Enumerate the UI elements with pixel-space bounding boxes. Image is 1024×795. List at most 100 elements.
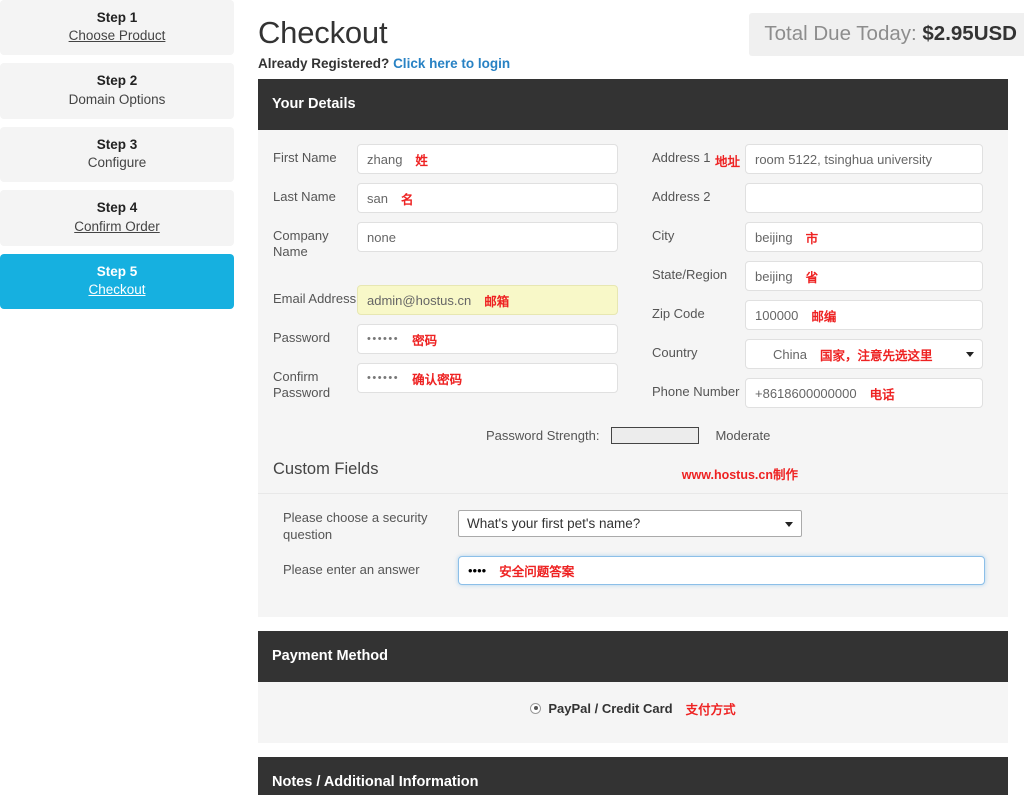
login-link[interactable]: Click here to login	[393, 56, 510, 71]
address2-input[interactable]	[745, 183, 983, 213]
last-name-label: Last Name	[273, 189, 336, 204]
custom-field-security-answer: Please enter an answer •••• 安全问题答案	[258, 555, 1008, 585]
sidebar-step-2[interactable]: Step 2 Domain Options	[0, 63, 234, 119]
password-value: ••••••	[367, 333, 400, 346]
sidebar-step-5[interactable]: Step 5 Checkout	[0, 253, 234, 310]
radio-selected-icon[interactable]	[530, 702, 542, 714]
state-region-input[interactable]: beijing 省	[745, 261, 983, 291]
country-select[interactable]: China 国家，注意先选这里	[745, 339, 983, 369]
step-5-number: Step 5	[96, 263, 138, 279]
email-address-input[interactable]: admin@hostus.cn 邮箱	[357, 285, 618, 316]
field-state-region: State/Region beijing 省	[640, 261, 1008, 291]
step-1-label: Choose Product	[68, 28, 166, 44]
step-4-number: Step 4	[96, 200, 138, 216]
field-zip-code: Zip Code 100000 邮编	[640, 300, 1008, 330]
field-address-1: Address 1 room 5122, tsinghua university	[640, 144, 1008, 174]
address1-value: room 5122, tsinghua university	[755, 151, 933, 167]
address2-label: Address 2	[652, 189, 711, 204]
field-spacer	[273, 269, 640, 285]
your-details-body: First Name zhang 姓 Last Name san 名 Compa…	[258, 130, 1008, 617]
country-note: 国家，注意先选这里	[819, 348, 933, 363]
city-note: 市	[805, 231, 819, 246]
field-phone-number: Phone Number +8618600000000 电话	[640, 378, 1008, 408]
city-input[interactable]: beijing 市	[745, 222, 983, 252]
company-name-input[interactable]: none	[357, 222, 618, 252]
step-2-label: Domain Options	[68, 91, 166, 107]
security-question-select[interactable]: What's your first pet's name?	[458, 510, 802, 537]
custom-field-security-question: Please choose a security question What's…	[258, 510, 1008, 544]
order-steps-sidebar: Step 1 Choose Product Step 2 Domain Opti…	[0, 0, 234, 317]
sidebar-step-1[interactable]: Step 1 Choose Product	[0, 0, 234, 56]
state-region-value: beijing	[755, 268, 793, 284]
page-title: Checkout	[258, 15, 388, 50]
payment-method-body: PayPal / Credit Card 支付方式	[258, 681, 1008, 743]
zip-code-input[interactable]: 100000 邮编	[745, 300, 983, 330]
checkout-page: Step 1 Choose Product Step 2 Domain Opti…	[0, 0, 1024, 795]
security-question-label: Please choose a security question	[283, 510, 428, 542]
watermark-text: www.hostus.cn制作	[681, 468, 798, 482]
field-password: Password •••••• 密码	[273, 324, 640, 355]
first-name-label: First Name	[273, 150, 337, 165]
already-registered-text: Already Registered?	[258, 56, 390, 71]
city-value: beijing	[755, 229, 793, 245]
security-answer-input[interactable]: •••• 安全问题答案	[458, 555, 985, 585]
notes-heading: Notes / Additional Information	[258, 756, 1008, 795]
security-answer-note: 安全问题答案	[499, 564, 575, 579]
address1-input[interactable]: room 5122, tsinghua university	[745, 144, 983, 174]
zip-code-label: Zip Code	[652, 306, 705, 321]
password-note: 密码	[412, 333, 438, 348]
step-2-number: Step 2	[96, 73, 138, 89]
total-due-amount: $2.95USD	[922, 22, 1017, 45]
last-name-input[interactable]: san 名	[357, 183, 618, 213]
password-strength-rating: Moderate	[715, 428, 771, 443]
custom-fields-rows: Please choose a security question What's…	[258, 494, 1008, 617]
company-name-label: Company Name	[273, 228, 329, 260]
sidebar-step-3[interactable]: Step 3 Configure	[0, 126, 234, 183]
step-3-number: Step 3	[96, 136, 138, 152]
last-name-note: 名	[400, 192, 414, 207]
page-header: Checkout Total Due Today: $2.95USD	[258, 0, 1024, 56]
confirm-password-note: 确认密码	[412, 372, 463, 387]
confirm-password-input[interactable]: •••••• 确认密码	[357, 363, 618, 394]
state-region-label: State/Region	[652, 267, 728, 282]
password-strength-bar	[611, 427, 700, 444]
field-last-name: Last Name san 名	[273, 183, 640, 213]
payment-option-label: PayPal / Credit Card	[548, 700, 673, 716]
field-first-name: First Name zhang 姓	[273, 144, 640, 174]
phone-number-input[interactable]: +8618600000000 电话	[745, 378, 983, 408]
city-label: City	[652, 228, 675, 243]
country-label: Country	[652, 345, 698, 360]
payment-method-panel: Payment Method PayPal / Credit Card 支付方式	[258, 630, 1008, 743]
address1-note: 地址	[715, 155, 741, 169]
step-3-label: Configure	[87, 155, 147, 171]
personal-fields-column: First Name zhang 姓 Last Name san 名 Compa…	[258, 144, 640, 417]
field-company-name: Company Name none	[273, 222, 640, 260]
total-due-label: Total Due Today:	[764, 22, 917, 45]
main-content: Checkout Total Due Today: $2.95USD Alrea…	[258, 0, 1024, 795]
total-due-badge: Total Due Today: $2.95USD	[749, 13, 1024, 56]
last-name-value: san	[367, 190, 388, 206]
password-input[interactable]: •••••• 密码	[357, 324, 618, 355]
your-details-heading: Your Details	[258, 79, 1008, 130]
phone-number-label: Phone Number	[652, 384, 740, 399]
payment-option-note: 支付方式	[685, 702, 736, 717]
payment-method-heading: Payment Method	[258, 630, 1008, 682]
field-address-2: Address 2	[640, 183, 1008, 213]
chevron-down-icon	[966, 352, 974, 357]
step-5-label: Checkout	[88, 281, 146, 297]
country-value: China	[773, 346, 807, 362]
sidebar-step-4[interactable]: Step 4 Confirm Order	[0, 190, 234, 246]
email-address-value: admin@hostus.cn	[367, 292, 472, 308]
chevron-down-icon	[785, 521, 793, 527]
your-details-panel: Your Details First Name zhang 姓 Last Nam…	[258, 79, 1008, 617]
field-country: Country China 国家，注意先选这里	[640, 339, 1008, 369]
first-name-note: 姓	[415, 153, 428, 168]
password-label: Password	[273, 330, 331, 346]
step-4-label: Confirm Order	[74, 218, 160, 234]
first-name-input[interactable]: zhang 姓	[357, 144, 618, 174]
address-fields-column: 地址 Address 1 room 5122, tsinghua univers…	[640, 144, 1008, 417]
security-answer-label: Please enter an answer	[283, 561, 420, 577]
step-1-number: Step 1	[96, 10, 138, 25]
zip-code-value: 100000	[755, 307, 799, 323]
payment-option-paypal[interactable]: PayPal / Credit Card 支付方式	[530, 699, 736, 718]
